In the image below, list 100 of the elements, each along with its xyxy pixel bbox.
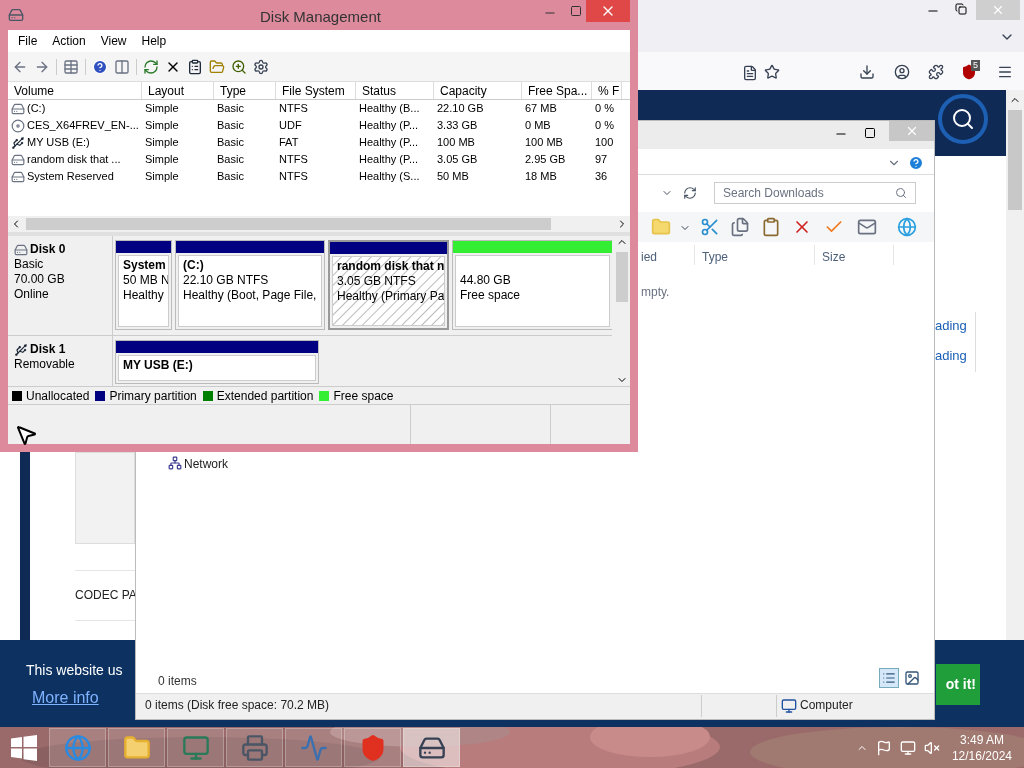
clipboard-icon[interactable] xyxy=(761,217,781,237)
account-icon[interactable] xyxy=(894,64,910,80)
column-header[interactable]: Type xyxy=(214,82,276,99)
device-icon xyxy=(240,733,269,762)
envelope-icon[interactable] xyxy=(857,217,877,237)
column-header[interactable]: File System xyxy=(276,82,356,99)
computer-icon xyxy=(781,698,797,714)
table-cell-text: Simple xyxy=(144,152,180,168)
table-cell-text: Healthy (B... xyxy=(358,101,421,117)
column-header[interactable]: Size xyxy=(822,248,846,266)
copy-icon[interactable] xyxy=(730,217,750,237)
maximize-icon[interactable] xyxy=(863,127,877,139)
partition-block[interactable]: MY USB (E:) xyxy=(115,340,319,384)
page-link-text[interactable]: ading xyxy=(935,346,967,366)
magnifier-icon[interactable] xyxy=(231,58,247,75)
drive-icon xyxy=(14,242,28,257)
refresh-icon[interactable] xyxy=(683,186,697,200)
table-cell-text: 100 MB xyxy=(524,135,564,151)
speaker-muted-icon[interactable] xyxy=(923,739,940,756)
disk-info: 70.00 GB xyxy=(14,272,66,287)
restore-icon[interactable] xyxy=(955,3,967,15)
legend-label: Unallocated xyxy=(26,387,90,405)
clock[interactable]: 3:49 AM 12/16/2024 xyxy=(951,731,1012,764)
disk-label[interactable]: Disk 1 xyxy=(14,342,106,357)
table-cell: System Reserved xyxy=(8,168,142,185)
table-cell-text: Simple xyxy=(144,135,180,151)
column-header[interactable]: Status xyxy=(356,82,434,99)
partition-block[interactable]: 44.80 GB Free space xyxy=(452,240,612,330)
cookie-message: This website us xyxy=(26,661,123,680)
browser-icon xyxy=(63,733,92,762)
table-cell: MY USB (E:) xyxy=(8,134,142,151)
folder-icon[interactable] xyxy=(209,58,225,75)
monitor-icon xyxy=(181,733,210,762)
more-info-link[interactable]: More info xyxy=(32,686,99,710)
details-view-icon[interactable] xyxy=(879,668,899,688)
table-cell-text: 0 % xyxy=(594,101,615,117)
menu-item[interactable]: Help xyxy=(135,32,173,50)
reader-view-icon[interactable] xyxy=(742,65,758,81)
chart-icon xyxy=(299,733,328,762)
drive-icon xyxy=(11,152,25,167)
partition-block[interactable]: random disk that n 3.05 GB NTFS Healthy (Primary Pa xyxy=(328,240,449,330)
refresh-icon[interactable] xyxy=(143,58,159,75)
search-icon[interactable] xyxy=(938,94,988,144)
window-title: Disk Management xyxy=(260,7,381,27)
column-header[interactable]: Free Spa... xyxy=(522,82,592,99)
globe-icon[interactable] xyxy=(897,217,917,237)
mouse-cursor-icon xyxy=(14,423,38,447)
column-header[interactable]: % F xyxy=(592,82,622,99)
flag-icon[interactable] xyxy=(875,739,892,756)
help-icon[interactable] xyxy=(908,155,924,171)
menu-icon[interactable] xyxy=(997,64,1013,80)
table-icon[interactable] xyxy=(63,58,79,75)
table-cell-text: Simple xyxy=(144,118,180,134)
table-cell-text: 97 xyxy=(594,152,609,168)
taskbar-button[interactable] xyxy=(226,728,283,767)
table-cell-text: 22.10 GB xyxy=(436,101,485,117)
help-icon[interactable] xyxy=(92,58,108,75)
location-text: Computer xyxy=(800,697,853,714)
table-cell-text: NTFS xyxy=(278,152,309,168)
search-field[interactable]: Search Downloads xyxy=(714,182,916,204)
scroll-thumb[interactable] xyxy=(1008,110,1022,210)
partition-block[interactable]: System 50 MB N Healthy xyxy=(115,240,172,330)
search-icon xyxy=(895,187,907,199)
column-header[interactable]: ied xyxy=(641,248,657,266)
horizontal-scrollbar[interactable] xyxy=(8,216,630,232)
download-icon[interactable] xyxy=(859,64,875,80)
table-cell-text: Healthy (P... xyxy=(358,135,420,151)
partition-block[interactable]: (C:) 22.10 GB NTFS Healthy (Boot, Page File, xyxy=(175,240,325,330)
network-icon[interactable] xyxy=(168,456,182,470)
column-header[interactable]: Type xyxy=(702,248,728,266)
scrollbar[interactable] xyxy=(1006,90,1024,640)
table-cell-text: 100 xyxy=(594,135,615,151)
column-header[interactable]: Capacity xyxy=(434,82,522,99)
partition-info: 3.05 GB NTFS xyxy=(337,274,417,289)
gear-icon[interactable] xyxy=(253,58,269,75)
partition-header xyxy=(116,241,171,253)
menu-item[interactable]: Action xyxy=(46,32,92,50)
columns-icon[interactable] xyxy=(114,58,130,75)
star-icon[interactable] xyxy=(764,64,780,80)
partition-info: Free space xyxy=(460,288,522,303)
column-header[interactable]: Layout xyxy=(142,82,214,99)
empty-folder-message: mpty. xyxy=(641,284,670,301)
nav-item[interactable]: Network xyxy=(184,455,228,473)
page-link-text[interactable]: ading xyxy=(935,316,967,336)
extensions-icon[interactable] xyxy=(928,64,944,80)
menu-item[interactable]: View xyxy=(94,32,133,50)
table-cell-text: Basic xyxy=(216,169,245,185)
table-cell-text: Simple xyxy=(144,101,180,117)
partition-info: 22.10 GB NTFS xyxy=(183,273,270,288)
thumbnails-view-icon[interactable] xyxy=(904,670,920,686)
table-cell-text: 2.95 GB xyxy=(524,152,567,168)
taskbar-button[interactable] xyxy=(403,728,460,767)
disk-label[interactable]: Disk 0 xyxy=(14,242,106,257)
properties-icon[interactable] xyxy=(187,58,203,75)
folder-icon xyxy=(122,733,151,762)
column-header[interactable]: Volume xyxy=(8,82,142,99)
table-cell-text: Simple xyxy=(144,169,180,185)
scissors-icon[interactable] xyxy=(700,217,720,237)
table-cell-text: 0 MB xyxy=(524,118,552,134)
menu-item[interactable]: File xyxy=(12,32,44,50)
